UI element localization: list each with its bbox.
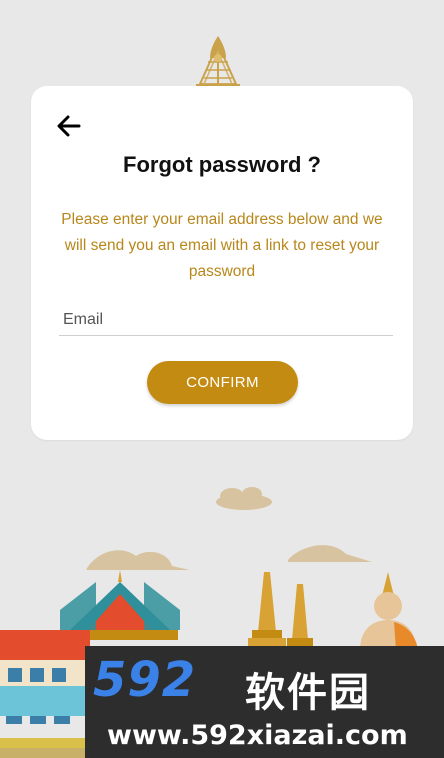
stupa-icon <box>248 572 286 650</box>
watermark-logo: 592 <box>93 652 197 708</box>
cloud-icon <box>216 487 272 510</box>
royal-emblem-icon <box>190 34 246 90</box>
back-button[interactable] <box>55 112 83 140</box>
arrow-left-icon <box>57 115 81 137</box>
cloud-icon <box>86 550 190 570</box>
temple-icon <box>60 570 180 640</box>
cloud-icon <box>288 545 372 562</box>
page-title: Forgot password ? <box>123 152 321 177</box>
confirm-button[interactable]: CONFIRM <box>147 361 298 404</box>
watermark-url: www.592xiazai.com <box>107 720 408 751</box>
watermark-cn-text: 软件园 <box>245 670 371 716</box>
forgot-password-card: Forgot password ? Please enter your emai… <box>31 86 413 440</box>
building-icon <box>0 630 90 758</box>
email-field[interactable] <box>59 304 393 336</box>
stupa-icon <box>287 584 313 650</box>
buddha-statue-icon <box>360 572 418 650</box>
instructions-text: Please enter your email address below an… <box>61 211 383 280</box>
watermark-banner: 592 软件园 www.592xiazai.com <box>85 646 444 758</box>
